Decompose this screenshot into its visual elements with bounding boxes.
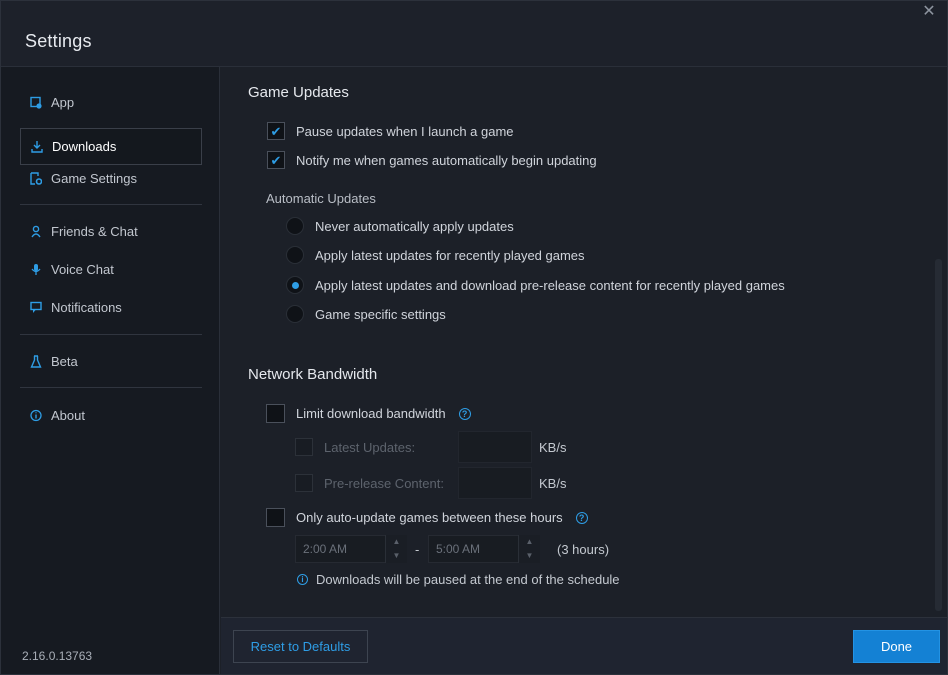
latest-updates-label: Latest Updates: [324,439,416,455]
radio-recent-games[interactable]: Apply latest updates for recently played… [286,246,585,264]
latest-updates-row: Latest Updates: [295,438,415,456]
download-icon [31,140,43,154]
pause-updates-checkbox[interactable]: ✔ [267,122,285,140]
footer-bar: Reset to Defaults Done [221,617,947,674]
radio-game-specific[interactable]: Game specific settings [286,305,446,323]
schedule-label: Only auto-update games between these hou… [296,510,563,525]
notification-icon [30,301,42,315]
sidebar-item-label: Friends & Chat [51,224,138,239]
radio-label: Never automatically apply updates [315,218,514,234]
sidebar-item-label: Downloads [52,139,117,154]
prerelease-content-checkbox[interactable] [295,474,313,492]
window-title: Settings [25,31,92,51]
latest-updates-checkbox[interactable] [295,438,313,456]
radio-prerelease-content[interactable]: Apply latest updates and download pre-re… [286,276,785,294]
sidebar-divider [20,387,202,388]
chevron-down-icon[interactable]: ▼ [519,549,540,563]
sidebar-item-label: Notifications [51,300,122,315]
radio-button[interactable] [286,276,304,294]
prerelease-content-unit: KB/s [539,476,567,491]
game-updates-title: Game Updates [248,84,349,101]
settings-window: Settings ✕ App Downloads Game Settings F… [0,0,948,675]
limit-bandwidth-label: Limit download bandwidth [296,406,446,421]
friends-icon [30,225,42,239]
sidebar-item-label: About [51,408,85,423]
prerelease-content-input[interactable] [458,467,532,499]
chevron-down-icon[interactable]: ▼ [386,549,407,563]
notify-updates-label: Notify me when games automatically begin… [296,152,597,168]
sidebar-item-game-settings[interactable]: Game Settings [20,160,202,197]
latest-updates-unit: KB/s [539,440,567,455]
sidebar-item-about[interactable]: About [20,397,202,434]
sidebar-divider [20,334,202,335]
sidebar-item-beta[interactable]: Beta [20,343,202,380]
radio-button[interactable] [286,305,304,323]
microphone-icon [30,263,42,277]
sidebar-item-voice-chat[interactable]: Voice Chat [20,251,202,288]
end-time-value: 5:00 AM [436,542,481,556]
radio-label: Apply latest updates for recently played… [315,247,585,263]
start-time-value: 2:00 AM [303,542,348,556]
radio-button[interactable] [286,217,304,235]
info-icon [30,409,42,423]
sidebar-divider [20,204,202,205]
radio-label: Game specific settings [315,306,446,322]
checkmark-icon: ✔ [270,152,282,168]
title-bar: Settings ✕ [1,1,947,67]
radio-label: Apply latest updates and download pre-re… [315,277,785,293]
pause-updates-option[interactable]: ✔ Pause updates when I launch a game [267,122,514,140]
help-icon[interactable]: ? [575,511,588,524]
schedule-option[interactable]: Only auto-update games between these hou… [266,508,588,527]
info-icon: i [297,574,308,585]
sidebar-item-label: App [51,95,75,110]
pause-updates-label: Pause updates when I launch a game [296,123,514,139]
limit-bandwidth-checkbox[interactable] [266,404,285,423]
reset-to-defaults-button[interactable]: Reset to Defaults [233,630,368,663]
version-label: 2.16.0.13763 [22,649,93,663]
limit-bandwidth-option[interactable]: Limit download bandwidth ? [266,404,471,423]
sidebar-item-label: Voice Chat [51,262,114,277]
radio-button[interactable] [286,246,304,264]
sidebar-item-label: Beta [51,354,78,369]
notify-updates-option[interactable]: ✔ Notify me when games automatically beg… [267,151,597,169]
settings-content: Game Updates ✔ Pause updates when I laun… [221,67,947,617]
game-settings-icon [30,172,42,186]
network-bandwidth-title: Network Bandwidth [248,366,378,383]
close-icon[interactable]: ✕ [919,3,939,23]
automatic-updates-heading: Automatic Updates [266,191,376,206]
prerelease-content-row: Pre-release Content: [295,474,444,492]
sidebar-item-notifications[interactable]: Notifications [20,289,202,326]
sidebar: App Downloads Game Settings Friends & Ch… [1,67,220,674]
sidebar-item-app[interactable]: App [20,84,202,121]
time-separator: - [415,542,420,557]
flask-icon [30,355,42,369]
schedule-checkbox[interactable] [266,508,285,527]
schedule-info-text: Downloads will be paused at the end of t… [316,572,620,587]
done-button[interactable]: Done [853,630,940,663]
duration-label: (3 hours) [557,542,610,557]
sidebar-item-friends-chat[interactable]: Friends & Chat [20,213,202,250]
end-time-stepper[interactable]: ▲ ▼ [518,535,540,563]
notify-updates-checkbox[interactable]: ✔ [267,151,285,169]
start-time-stepper[interactable]: ▲ ▼ [385,535,407,563]
help-icon[interactable]: ? [458,407,471,420]
prerelease-content-label: Pre-release Content: [324,475,444,491]
radio-selected-dot [291,281,299,289]
schedule-info: i Downloads will be paused at the end of… [297,572,620,587]
checkmark-icon: ✔ [270,123,282,139]
latest-updates-input[interactable] [458,431,532,463]
chevron-up-icon[interactable]: ▲ [519,535,540,549]
app-icon [30,96,42,110]
chevron-up-icon[interactable]: ▲ [386,535,407,549]
content-scrollbar[interactable] [935,259,942,611]
radio-never-update[interactable]: Never automatically apply updates [286,217,514,235]
sidebar-item-label: Game Settings [51,171,137,186]
